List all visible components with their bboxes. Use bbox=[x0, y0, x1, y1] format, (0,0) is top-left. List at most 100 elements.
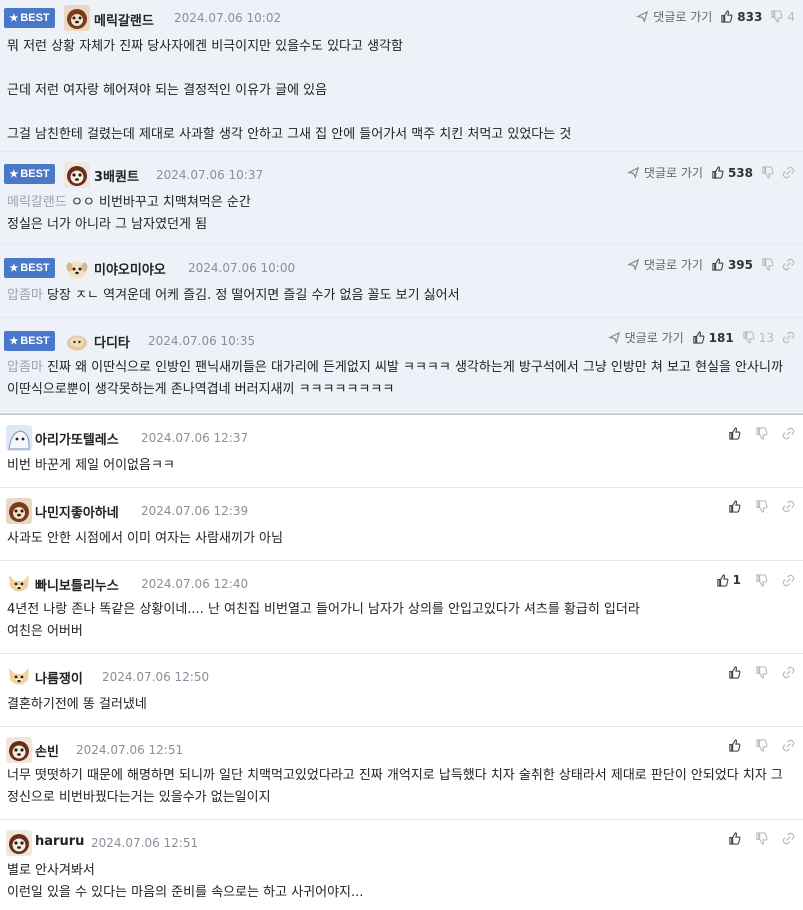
nickname[interactable]: 메릭갈랜드 bbox=[94, 10, 154, 29]
upvote-button[interactable]: 833 bbox=[720, 10, 762, 24]
link-icon[interactable] bbox=[782, 739, 795, 752]
thumbs-up-icon[interactable] bbox=[728, 500, 741, 513]
avatar[interactable] bbox=[64, 162, 90, 188]
comment-text: 사과도 안한 시점에서 이미 여자는 사람새끼가 아님 bbox=[7, 531, 283, 546]
quote-nickname: 압좀마 bbox=[7, 360, 43, 375]
timestamp: 2024.07.06 10:37 bbox=[156, 168, 264, 182]
upvote-button[interactable]: 538 bbox=[711, 166, 753, 180]
nickname[interactable]: 3배퀀트 bbox=[94, 166, 139, 185]
comment: haruru 2024.07.06 12:51 별로 안사겨봐서 이런일 있을 … bbox=[0, 820, 803, 910]
avatar[interactable] bbox=[64, 328, 90, 354]
downvote-button[interactable] bbox=[761, 258, 774, 271]
downvote-count: 4 bbox=[787, 9, 795, 24]
nickname[interactable]: 미야오미야오 bbox=[94, 259, 166, 278]
nickname[interactable]: 손빈 bbox=[35, 741, 59, 760]
timestamp: 2024.07.06 10:35 bbox=[148, 334, 256, 348]
comment-text: 4년전 나랑 존나 똑같은 상황이네.... 난 여친집 비번열고 들어가니 남… bbox=[7, 602, 640, 639]
thumbs-down-icon[interactable] bbox=[755, 739, 768, 752]
thumbs-up-icon bbox=[721, 10, 733, 23]
thumbs-down-icon[interactable] bbox=[755, 573, 768, 587]
link-icon[interactable] bbox=[782, 500, 795, 513]
upvote-button[interactable]: 1 bbox=[716, 573, 741, 587]
link-icon[interactable] bbox=[782, 832, 795, 845]
link-button[interactable] bbox=[782, 331, 795, 344]
thumbs-up-icon[interactable] bbox=[728, 832, 741, 845]
thumbs-up-icon bbox=[716, 573, 729, 587]
thumbs-down-icon[interactable] bbox=[755, 666, 768, 679]
downvote-count: 13 bbox=[758, 330, 774, 345]
reply-link[interactable]: 댓글로 가기 bbox=[607, 329, 684, 346]
nickname[interactable]: 아리가또텔레스 bbox=[35, 429, 119, 448]
link-icon bbox=[782, 166, 795, 179]
comment: 나민지좋아하네 2024.07.06 12:39 사과도 안한 시점에서 이미 … bbox=[0, 488, 803, 561]
best-comment: ★ BEST 3배퀀트 2024.07.06 10:37 댓글로 가기 538 메… bbox=[0, 152, 803, 245]
link-button[interactable] bbox=[782, 258, 795, 271]
avatar[interactable] bbox=[6, 498, 32, 524]
link-icon[interactable] bbox=[782, 574, 795, 587]
nickname[interactable]: 나민지좋아하네 bbox=[35, 502, 119, 521]
star-icon: ★ bbox=[9, 169, 19, 180]
upvote-button[interactable]: 395 bbox=[711, 258, 753, 272]
avatar[interactable] bbox=[6, 830, 32, 856]
avatar[interactable] bbox=[6, 425, 32, 451]
upvote-count: 538 bbox=[727, 165, 753, 180]
thumbs-up-icon[interactable] bbox=[728, 666, 741, 679]
comment: 손빈 2024.07.06 12:51 너무 떳떳하기 때문에 해명하면 되니까… bbox=[0, 727, 803, 820]
thumbs-down-icon bbox=[743, 331, 755, 344]
comment: 빠니보틀리누스 2024.07.06 12:40 1 4년전 나랑 존나 똑같은… bbox=[0, 561, 803, 654]
avatar[interactable] bbox=[64, 255, 90, 281]
best-badge: ★ BEST bbox=[4, 331, 55, 351]
reply-arrow-icon bbox=[626, 166, 640, 179]
avatar[interactable] bbox=[64, 5, 90, 31]
avatar[interactable] bbox=[6, 737, 32, 763]
downvote-button[interactable] bbox=[761, 166, 774, 179]
comment-text: 뭐 저런 상황 자체가 진짜 당사자에겐 비극이지만 있을수도 있다고 생각함 … bbox=[7, 39, 572, 142]
reply-arrow-icon bbox=[607, 331, 620, 344]
reply-arrow-icon bbox=[626, 258, 640, 271]
star-icon: ★ bbox=[9, 336, 19, 347]
nickname[interactable]: haruru bbox=[35, 834, 84, 849]
quote-nickname: 메릭갈랜드 bbox=[7, 195, 67, 210]
reply-link[interactable]: 댓글로 가기 bbox=[626, 164, 703, 181]
quote-nickname: 압좀마 bbox=[7, 288, 43, 303]
thumbs-down-icon[interactable] bbox=[755, 832, 768, 845]
comment-text: 비번 바꾼게 제일 어이없음ㅋㅋ bbox=[7, 458, 175, 473]
star-icon: ★ bbox=[9, 13, 19, 24]
upvote-count: 395 bbox=[727, 257, 753, 272]
comment-text: 메릭갈랜드 ㅇㅇ 비번바꾸고 치맥쳐먹은 순간 정실은 너가 아니라 그 남자였… bbox=[7, 195, 251, 232]
thumbs-down-icon bbox=[762, 258, 774, 271]
downvote-button[interactable]: 4 bbox=[770, 10, 795, 24]
best-badge: ★ BEST bbox=[4, 258, 55, 278]
nickname[interactable]: 다디타 bbox=[94, 332, 130, 351]
best-badge: ★ BEST bbox=[4, 164, 55, 184]
timestamp: 2024.07.06 12:50 bbox=[102, 670, 210, 684]
star-icon: ★ bbox=[9, 263, 19, 274]
timestamp: 2024.07.06 10:02 bbox=[174, 11, 282, 25]
comment-text: 압좀마 진짜 왜 이딴식으로 인방인 팬닉새끼들은 대가리에 든게없지 씨발 ㅋ… bbox=[7, 360, 788, 397]
thumbs-up-icon bbox=[712, 166, 724, 179]
comment-text: 너무 떳떳하기 때문에 해명하면 되니까 일단 치맥먹고있었다라고 진짜 개억지… bbox=[7, 768, 788, 805]
link-icon[interactable] bbox=[782, 666, 795, 679]
upvote-count: 1 bbox=[732, 573, 741, 587]
reply-link[interactable]: 댓글로 가기 bbox=[636, 8, 712, 25]
nickname[interactable]: 빠니보틀리누스 bbox=[35, 575, 119, 594]
link-icon bbox=[782, 331, 795, 344]
avatar[interactable] bbox=[6, 571, 32, 597]
thumbs-down-icon[interactable] bbox=[755, 427, 768, 440]
timestamp: 2024.07.06 10:00 bbox=[188, 261, 296, 275]
link-icon[interactable] bbox=[782, 427, 795, 440]
timestamp: 2024.07.06 12:39 bbox=[141, 504, 249, 518]
thumbs-down-icon[interactable] bbox=[755, 500, 768, 513]
avatar[interactable] bbox=[6, 664, 32, 690]
reply-arrow-icon bbox=[636, 10, 649, 23]
thumbs-up-icon bbox=[712, 258, 724, 271]
thumbs-up-icon[interactable] bbox=[728, 739, 741, 752]
thumbs-up-icon[interactable] bbox=[728, 427, 741, 440]
link-button[interactable] bbox=[782, 166, 795, 179]
timestamp: 2024.07.06 12:40 bbox=[141, 577, 249, 591]
upvote-button[interactable]: 181 bbox=[692, 331, 734, 345]
downvote-button[interactable]: 13 bbox=[742, 331, 774, 345]
nickname[interactable]: 나름쟁이 bbox=[35, 668, 83, 687]
comment-text: 별로 안사겨봐서 이런일 있을 수 있다는 마음의 준비를 속으로는 하고 사귀… bbox=[7, 863, 364, 900]
reply-link[interactable]: 댓글로 가기 bbox=[626, 256, 703, 273]
